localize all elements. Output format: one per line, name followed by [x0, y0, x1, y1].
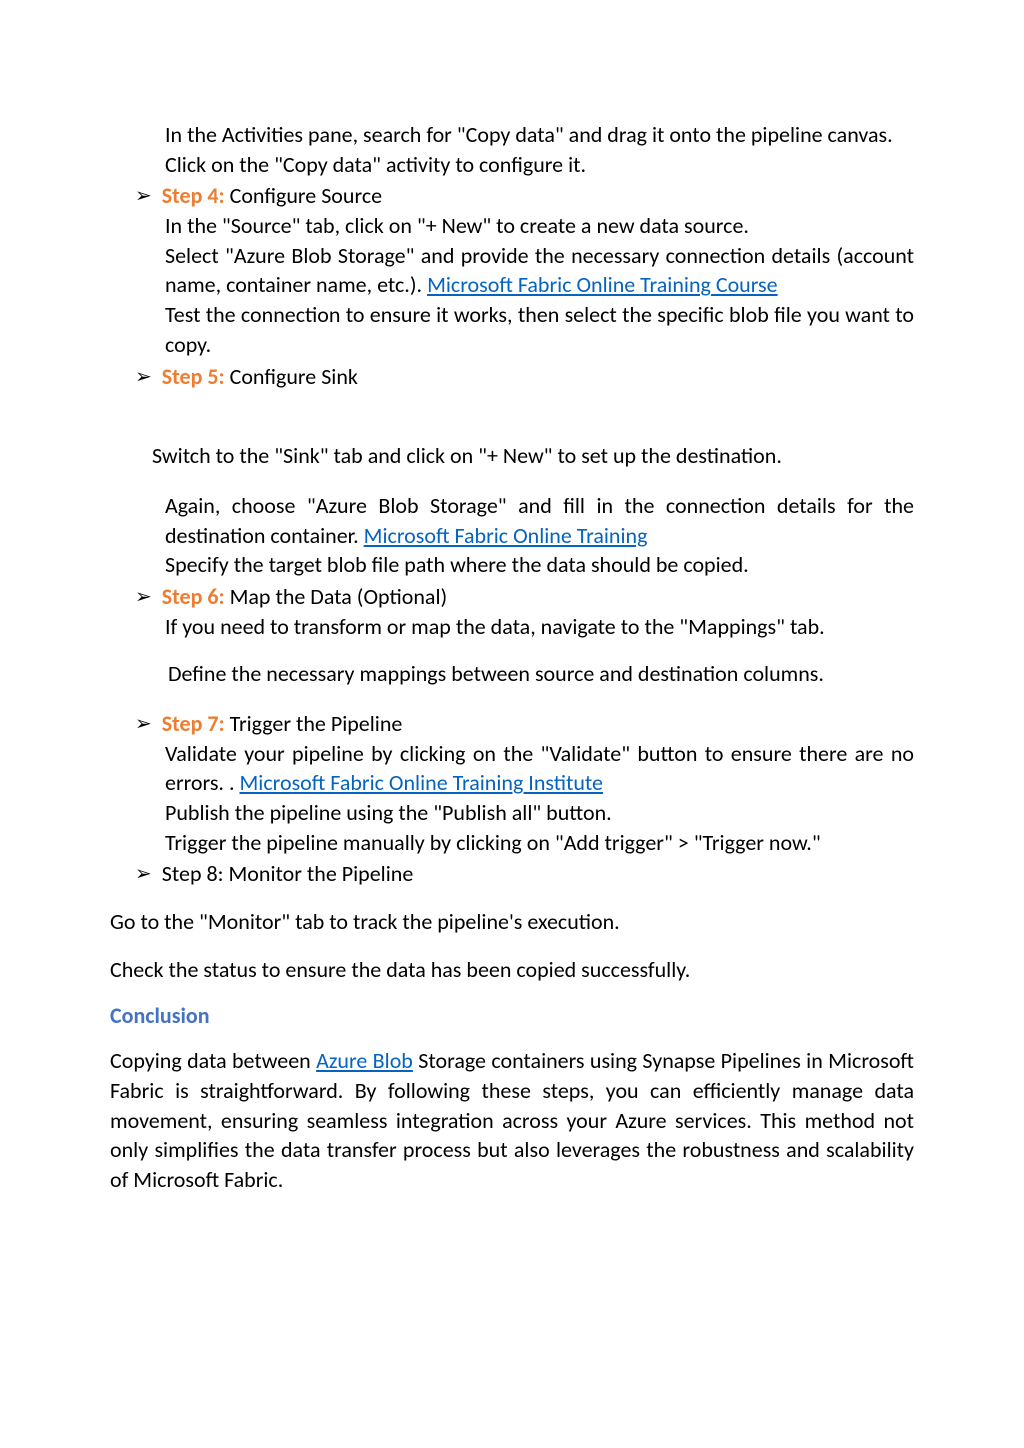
chevron-right-icon: ➢	[135, 861, 152, 888]
step-5-body-2: Again, choose "Azure Blob Storage" and f…	[165, 491, 914, 550]
step-6-body-2: Define the necessary mappings between so…	[168, 659, 914, 689]
step-6-title: Map the Data (Optional)	[225, 583, 448, 610]
step-6-header: ➢ Step 6: Map the Data (Optional)	[135, 582, 914, 612]
conclusion-body-1a: Copying data between	[110, 1047, 316, 1074]
step-4-body-2: Select "Azure Blob Storage" and provide …	[165, 241, 914, 300]
step-5-header: ➢ Step 5: Configure Sink	[135, 362, 914, 392]
step-4-label: Step 4:	[162, 182, 225, 209]
step-8-body-2: Check the status to ensure the data has …	[110, 955, 914, 985]
step-7-body-1: Validate your pipeline by clicking on th…	[165, 739, 914, 798]
step-7-body-2: Publish the pipeline using the "Publish …	[165, 798, 914, 828]
step-8-label: Step 8: Monitor the Pipeline	[162, 859, 414, 889]
step-5-body-3: Specify the target blob file path where …	[165, 550, 914, 580]
step-4-title: Configure Source	[225, 182, 382, 209]
chevron-right-icon: ➢	[135, 584, 152, 611]
conclusion-heading: Conclusion	[110, 1001, 914, 1031]
step-7-body-3: Trigger the pipeline manually by clickin…	[165, 828, 914, 858]
step-7-link[interactable]: Microsoft Fabric Online Training Institu…	[240, 769, 604, 796]
step-4-body-1: In the "Source" tab, click on "+ New" to…	[165, 211, 914, 241]
conclusion-link[interactable]: Azure Blob	[316, 1047, 413, 1074]
intro-text-2: Click on the "Copy data" activity to con…	[165, 150, 914, 180]
step-6-body-1: If you need to transform or map the data…	[165, 612, 914, 642]
document-body: In the Activities pane, search for "Copy…	[110, 120, 914, 1195]
step-4-link[interactable]: Microsoft Fabric Online Training Course	[427, 271, 778, 298]
step-5-title: Configure Sink	[225, 363, 358, 390]
step-5-link[interactable]: Microsoft Fabric Online Training	[364, 522, 648, 549]
chevron-right-icon: ➢	[135, 364, 152, 391]
chevron-right-icon: ➢	[135, 711, 152, 738]
step-7-header: ➢ Step 7: Trigger the Pipeline	[135, 709, 914, 739]
step-8-body-1: Go to the "Monitor" tab to track the pip…	[110, 907, 914, 937]
step-7-title: Trigger the Pipeline	[225, 710, 403, 737]
intro-text-1: In the Activities pane, search for "Copy…	[165, 120, 914, 150]
step-5-label: Step 5:	[162, 363, 225, 390]
step-4-body-3: Test the connection to ensure it works, …	[165, 300, 914, 359]
step-4-header: ➢ Step 4: Configure Source	[135, 181, 914, 211]
step-5-body-1: Switch to the "Sink" tab and click on "+…	[152, 441, 914, 471]
chevron-right-icon: ➢	[135, 183, 152, 210]
step-7-label: Step 7:	[162, 710, 225, 737]
step-6-label: Step 6:	[162, 583, 225, 610]
step-8-header: ➢ Step 8: Monitor the Pipeline	[135, 859, 914, 889]
conclusion-body: Copying data between Azure Blob Storage …	[110, 1046, 914, 1194]
